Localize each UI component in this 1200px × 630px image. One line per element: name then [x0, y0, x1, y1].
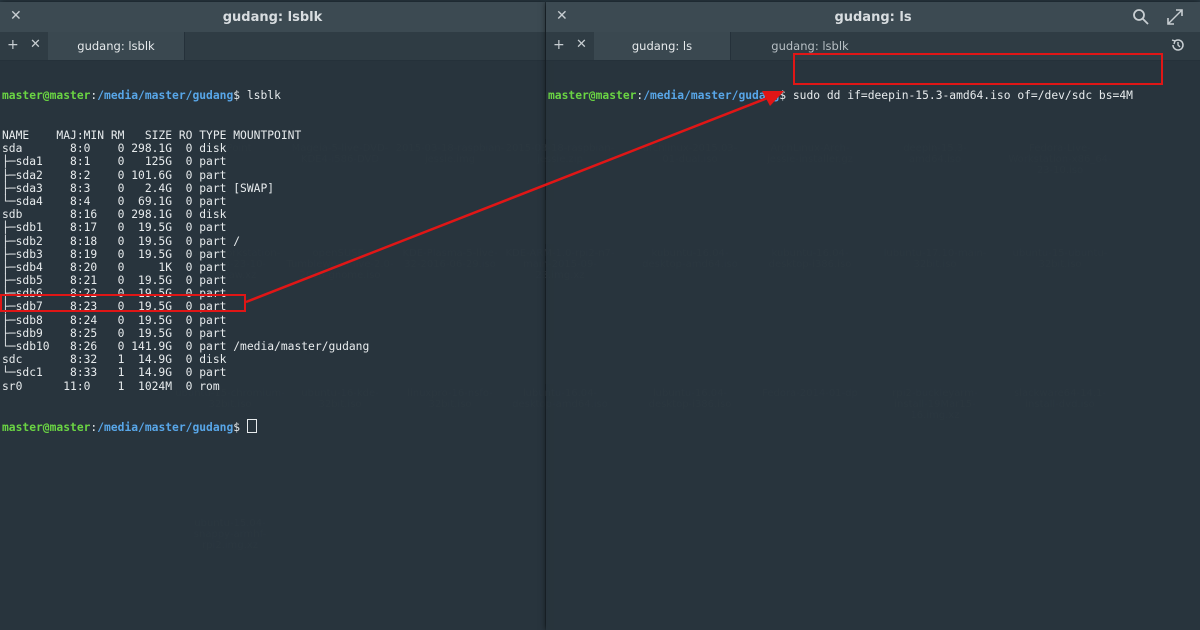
output-line: sda 8:0 0 298.1G 0 disk — [2, 142, 227, 156]
close-icon[interactable]: ✕ — [576, 37, 587, 52]
output-line: NAME MAJ:MIN RM SIZE RO TYPE MOUNTPOINT — [2, 129, 302, 142]
output-line: └─sdc1 8:33 1 14.9G 0 part — [2, 366, 227, 380]
plus-icon[interactable]: + — [7, 37, 19, 53]
window-title: gudang: lsblk — [222, 10, 323, 25]
output-line: sr0 11:0 1 1024M 0 rom — [2, 379, 220, 393]
prompt-user: master@master — [2, 89, 91, 103]
terminal-output[interactable]: master@master:/media/master/gudang$ lsbl… — [0, 61, 545, 459]
output-line: ├─sdb2 8:18 0 19.5G 0 part / — [2, 234, 241, 248]
tab-bar: + ✕ gudang: lsblk — [0, 32, 545, 61]
prompt-line: master@master:/media/master/gudang$ lsbl… — [2, 89, 281, 103]
prompt-path: /media/master/gudang — [643, 89, 780, 103]
tab-gudang-ls[interactable]: gudang: ls — [594, 32, 731, 60]
tab-gudang-lsblk[interactable]: gudang: lsblk — [48, 32, 185, 60]
command-text: lsblk — [246, 89, 281, 103]
output-line: ├─sdb9 8:25 0 19.5G 0 part — [2, 326, 227, 340]
prompt-line: master@master:/media/master/gudang$ sudo… — [548, 89, 1133, 103]
terminal-window-lsblk: ✕ gudang: lsblk + ✕ gudang: lsblk master… — [0, 2, 545, 630]
output-line: ├─sdb8 8:24 0 19.5G 0 part — [2, 313, 227, 327]
output-line: ├─sdb1 8:17 0 19.5G 0 part — [2, 221, 227, 235]
window-title: gudang: ls — [834, 10, 912, 25]
terminal-window-ls: ✕ gudang: ls + ✕ gudang: ls gudang: lsbl… — [546, 2, 1200, 630]
close-icon[interactable]: ✕ — [30, 37, 41, 52]
maximize-icon[interactable] — [1166, 8, 1184, 26]
dd-command-highlight-box — [793, 53, 1163, 85]
output-line: sdc 8:32 1 14.9G 0 disk — [2, 353, 227, 367]
output-line: sdb 8:16 0 298.1G 0 disk — [2, 208, 227, 222]
prompt-user: master@master — [548, 89, 637, 103]
history-icon[interactable] — [1170, 37, 1186, 53]
output-line: ├─sda2 8:2 0 101.6G 0 part — [2, 168, 227, 182]
dd-command-text: sudo dd if=deepin-15.3-amd64.iso of=/dev… — [792, 89, 1133, 103]
lsblk-output: NAME MAJ:MIN RM SIZE RO TYPE MOUNTPOINT s… — [2, 129, 545, 393]
prompt-path: /media/master/gudang — [97, 89, 234, 103]
prompt-line: master@master:/media/master/gudang$ — [2, 419, 545, 435]
plus-icon[interactable]: + — [553, 37, 565, 53]
output-line: ├─sda1 8:1 0 125G 0 part — [2, 155, 227, 169]
titlebar: ✕ gudang: lsblk — [0, 2, 545, 32]
output-line: └─sda4 8:4 0 69.1G 0 part — [2, 194, 227, 208]
output-line: ├─sda3 8:3 0 2.4G 0 part [SWAP] — [2, 181, 275, 195]
prompt-user: master@master — [2, 421, 91, 435]
output-line: ├─sdb5 8:21 0 19.5G 0 part — [2, 274, 227, 288]
cursor — [246, 419, 257, 434]
sdc-highlight-box — [0, 294, 246, 312]
search-icon[interactable] — [1132, 8, 1150, 26]
titlebar: ✕ gudang: ls — [546, 2, 1200, 32]
output-line: ├─sdb3 8:19 0 19.5G 0 part — [2, 247, 227, 261]
output-line: └─sdb10 8:26 0 141.9G 0 part /media/mast… — [2, 340, 370, 353]
output-line: ├─sdb4 8:20 0 1K 0 part — [2, 260, 227, 274]
prompt-path: /media/master/gudang — [97, 421, 234, 435]
